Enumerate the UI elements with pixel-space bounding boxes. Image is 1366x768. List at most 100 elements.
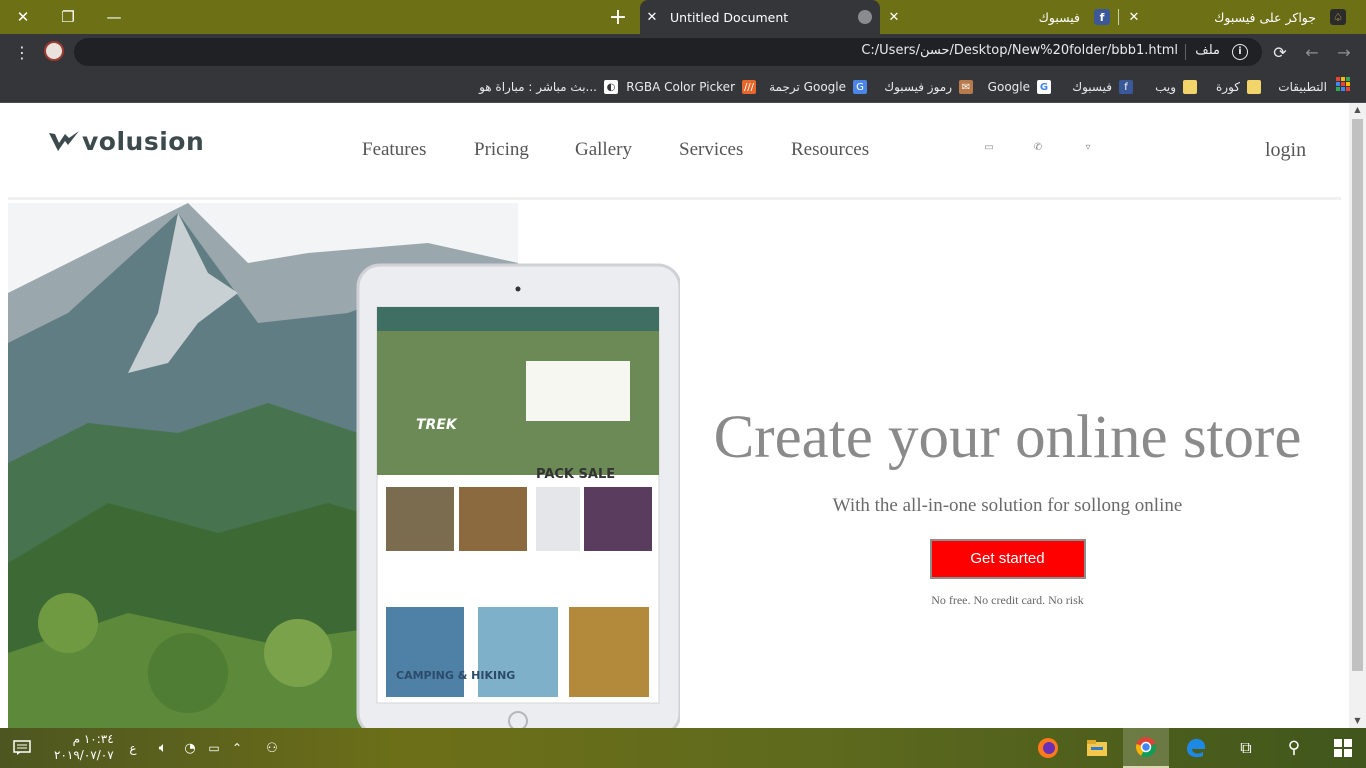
bookmark-label: Google (987, 80, 1030, 94)
browser-titlebar: ✕ ❐ — + ✕ Untitled Document ✕ فيسبوك f ✕… (0, 0, 1366, 34)
bookmark-label: ترجمة Google (769, 80, 846, 94)
site-header: volusion Features Pricing Gallery Servic… (8, 103, 1341, 200)
cart-icon[interactable]: ▿ (1082, 143, 1094, 153)
nav-gallery[interactable]: Gallery (575, 139, 632, 161)
reload-icon[interactable]: ⟳ (1266, 34, 1294, 70)
vertical-scrollbar[interactable]: ▲ ▼ (1349, 103, 1366, 728)
bookmark-kora[interactable]: كورة (1216, 77, 1261, 97)
apps-grid-icon[interactable] (1336, 77, 1350, 91)
mountain-tablet-illustration (8, 203, 680, 728)
scheme-label: ملف (1195, 43, 1220, 58)
firefox-taskbar-icon[interactable] (1026, 728, 1070, 768)
bookmark-label: التطبيقات (1278, 80, 1327, 94)
action-center-icon[interactable] (0, 728, 44, 768)
restore-window-button[interactable]: ❐ (45, 0, 91, 34)
bookmark-label: رموز فيسبوك (884, 80, 952, 94)
clock-date: ٢٠١٩/٠٧/٠٧ (54, 748, 114, 762)
nav-features[interactable]: Features (362, 139, 426, 161)
logo-text: volusion (82, 127, 205, 156)
nav-pricing[interactable]: Pricing (474, 139, 529, 161)
show-hidden-icons-chevron-icon[interactable]: ⌃ (226, 728, 248, 768)
info-icon[interactable]: i (1232, 44, 1248, 60)
forward-arrow-icon[interactable]: → (1330, 34, 1358, 70)
nav-services[interactable]: Services (679, 139, 743, 161)
live-stream-icon: ◐ (604, 80, 618, 94)
scroll-up-icon[interactable]: ▲ (1349, 103, 1366, 117)
bookmark-favicon: ✉ (959, 80, 973, 94)
globe-icon (858, 10, 872, 24)
address-bar[interactable]: C:/Users/حسن/Desktop/New%20folder/bbb1.h… (74, 38, 1262, 66)
bookmark-label: فيسبوك (1072, 80, 1112, 94)
new-tab-button[interactable]: + (604, 0, 632, 34)
get-started-button[interactable]: Get started (929, 539, 1086, 579)
tablet-brand: TREK (416, 417, 457, 433)
bookmark-facebook[interactable]: فيسبوك f (1072, 77, 1133, 97)
bookmark-label: RGBA Color Picker (626, 80, 735, 94)
menu-icon[interactable]: ⋮ (8, 34, 36, 70)
volusion-logo[interactable]: volusion (48, 127, 204, 156)
hero-copy: Create your online store With the all-in… (680, 403, 1335, 608)
start-windows-icon[interactable] (1320, 728, 1366, 768)
tab-close-icon[interactable]: ✕ (882, 10, 906, 25)
bookmark-apps[interactable]: التطبيقات (1278, 77, 1327, 97)
url-text[interactable]: C:/Users/حسن/Desktop/New%20folder/bbb1.h… (861, 43, 1178, 58)
battery-icon[interactable]: ▭ (202, 728, 226, 768)
scroll-down-icon[interactable]: ▼ (1349, 714, 1366, 728)
hero-note: No free. No credit card. No risk (931, 593, 1084, 607)
people-icon[interactable]: ⚇ (258, 728, 286, 768)
file-explorer-taskbar-icon[interactable] (1074, 728, 1120, 768)
bookmark-google-translate[interactable]: ترجمة Google G (769, 77, 867, 97)
volusion-v-icon (49, 130, 79, 151)
google-icon: G (1037, 80, 1051, 94)
login-link[interactable]: login (1265, 139, 1306, 162)
bookmark-rgba-picker[interactable]: RGBA Color Picker /// (626, 77, 756, 97)
wifi-icon[interactable]: ◔ (178, 728, 202, 768)
bookmark-live-stream[interactable]: بث مباشر : مباراة هو... ◐ (479, 77, 618, 97)
facebook-icon: f (1094, 9, 1110, 25)
search-icon[interactable]: ⚲ (1271, 728, 1317, 768)
bookmark-label: كورة (1216, 80, 1240, 94)
bookmark-web[interactable]: ويب (1155, 77, 1197, 97)
system-clock[interactable]: ١٠:٣٤ م ٢٠١٩/٠٧/٠٧ (54, 731, 114, 763)
bookmark-google[interactable]: Google G (988, 77, 1051, 97)
input-language-indicator[interactable]: ع (122, 728, 144, 768)
chrome-taskbar-icon[interactable] (1123, 728, 1169, 768)
tab-title: Untitled Document (670, 9, 789, 25)
folder-icon (1183, 80, 1197, 94)
phone-icon[interactable]: ✆ (1032, 143, 1044, 153)
minimize-window-button[interactable]: — (91, 0, 137, 34)
bookmark-fb-symbols[interactable]: رموز فيسبوك ✉ (884, 77, 973, 97)
clock-time: ١٠:٣٤ م (72, 732, 114, 746)
chat-icon[interactable]: ▭ (983, 143, 995, 153)
tablet-section-title: CAMPING & HIKING (396, 669, 516, 682)
bookmarks-bar: التطبيقات كورة ويب فيسبوك f Google G رمو… (0, 70, 1366, 103)
hero-subtitle: With the all-in-one solution for sollong… (832, 495, 1183, 516)
tab-untitled-document[interactable]: ✕ Untitled Document (640, 0, 880, 34)
browser-toolbar: ⋮ ☆ ▣ C:/Users/حسن/Desktop/New%20folder/… (0, 34, 1366, 70)
tab-separator (1118, 9, 1119, 25)
bookmark-label: بث مباشر : مباراة هو... (479, 80, 597, 94)
volume-icon[interactable]: 🔈︎ (150, 728, 176, 768)
task-view-icon[interactable]: ⧉ (1223, 728, 1269, 768)
page-viewport: volusion Features Pricing Gallery Servic… (0, 103, 1366, 728)
close-window-button[interactable]: ✕ (0, 0, 46, 34)
hero-image: TREK PACK SALE CAMPING & HIKING (8, 203, 680, 728)
color-picker-icon: /// (742, 80, 756, 94)
tab-title: جواكر على فيسبوك (1214, 9, 1316, 25)
omnibox-separator (1185, 44, 1186, 60)
google-translate-icon: G (853, 80, 867, 94)
back-arrow-icon[interactable]: ← (1298, 34, 1326, 70)
scrollbar-thumb[interactable] (1352, 119, 1363, 671)
edge-taskbar-icon[interactable] (1173, 728, 1219, 768)
tab-title: فيسبوك (1038, 9, 1080, 25)
jawaker-icon: ♤ (1330, 9, 1346, 25)
nav-resources[interactable]: Resources (791, 139, 869, 161)
tab-close-icon[interactable]: ✕ (640, 10, 664, 25)
facebook-icon: f (1119, 80, 1133, 94)
tab-facebook[interactable]: ✕ فيسبوك f (882, 0, 1118, 34)
tab-jawaker-facebook[interactable]: ✕ جواكر على فيسبوك ♤ (1122, 0, 1354, 34)
profile-avatar[interactable] (44, 41, 64, 61)
tab-close-icon[interactable]: ✕ (1122, 10, 1146, 25)
taskbar: ١٠:٣٤ م ٢٠١٩/٠٧/٠٧ ع 🔈︎ ◔ ▭ ⌃ ⚇ ⧉ ⚲ (0, 728, 1366, 768)
folder-icon (1247, 80, 1261, 94)
